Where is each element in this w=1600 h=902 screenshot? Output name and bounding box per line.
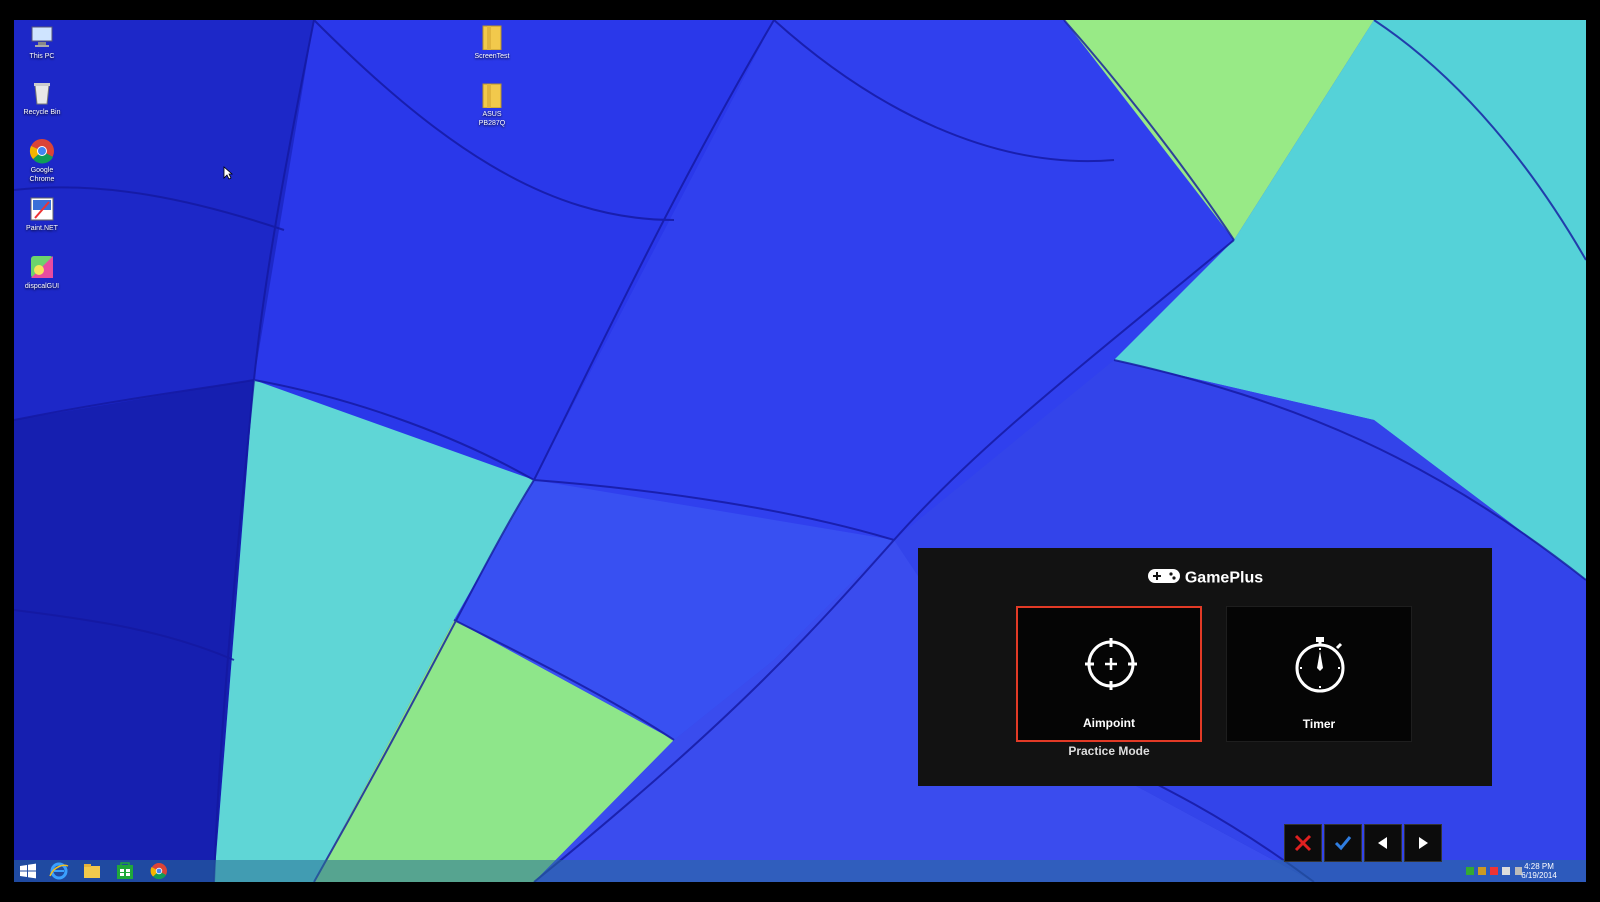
gameplus-menu: GamePlus Aimpoint Timer Practice Mode	[918, 548, 1492, 786]
desktop-icon-label: This PC	[29, 53, 55, 60]
desktop-icon-label: Paint.NET	[26, 225, 58, 232]
desktop-icon-label: ASUS	[482, 111, 502, 118]
tray-nvidia-icon[interactable]	[1466, 867, 1474, 875]
tray-display-icon[interactable]	[1502, 867, 1510, 875]
gameplus-header: GamePlus	[918, 568, 1492, 589]
gameplus-footer: Practice Mode	[1068, 744, 1150, 758]
gameplus-title: GamePlus	[1184, 569, 1264, 587]
crosshair-icon	[1085, 638, 1137, 690]
check-icon	[1334, 836, 1352, 851]
desktop-icon-this-pc[interactable]: This PC	[14, 24, 72, 61]
desktop-icon-dispcalgui[interactable]: dispcalGUI	[14, 254, 72, 291]
desktop-icon-screentest[interactable]: ScreenTest	[462, 24, 522, 61]
desktop-icon-recycle-bin[interactable]: Recycle Bin	[14, 80, 72, 117]
osd-left-button[interactable]	[1364, 824, 1402, 862]
timer-option[interactable]: Timer	[1226, 606, 1412, 742]
osd-close-button[interactable]	[1284, 824, 1322, 862]
desktop-icon-label: dispcalGUI	[24, 283, 60, 290]
tray-clock[interactable]: 4:28 PM 6/19/2014	[1514, 862, 1564, 880]
tray-network-icon[interactable]	[1478, 867, 1486, 875]
folder-icon	[479, 24, 505, 51]
dispcalgui-icon	[29, 254, 55, 280]
clock-date: 6/19/2014	[1521, 871, 1557, 880]
aimpoint-label: Aimpoint	[1083, 716, 1135, 730]
taskbar-chrome[interactable]	[148, 862, 170, 880]
close-icon	[1294, 834, 1312, 852]
mouse-cursor-icon	[223, 166, 233, 180]
desktop-icon-google-chrome[interactable]: Google Chrome	[14, 138, 72, 184]
chrome-icon	[29, 138, 55, 164]
recycle-bin-icon	[29, 80, 55, 106]
desktop-icon-label: Recycle Bin	[23, 109, 61, 116]
computer-icon	[29, 24, 55, 50]
right-arrow-icon	[1419, 837, 1428, 849]
osd-confirm-button[interactable]	[1324, 824, 1362, 862]
desktop-icon-label-line2: PB287Q	[478, 120, 506, 127]
taskbar-store[interactable]	[114, 862, 136, 880]
desktop-screen: This PC Recycle Bin Google Chrome Paint.…	[14, 20, 1586, 882]
desktop-icon-asus-pb287q[interactable]: ASUS PB287Q	[462, 82, 522, 128]
tray-flag-icon[interactable]	[1490, 867, 1498, 875]
start-button[interactable]	[17, 862, 39, 880]
osd-right-button[interactable]	[1404, 824, 1442, 862]
gamepad-icon	[1147, 568, 1181, 589]
taskbar-file-explorer[interactable]	[81, 862, 103, 880]
taskbar-internet-explorer[interactable]	[48, 862, 70, 880]
osd-navigation-bar	[1284, 824, 1444, 862]
taskbar: 4:28 PM 6/19/2014	[14, 860, 1586, 882]
clock-time: 4:28 PM	[1524, 862, 1554, 871]
timer-label: Timer	[1302, 717, 1336, 731]
folder-icon	[479, 82, 505, 109]
desktop-icon-label: Google	[30, 167, 54, 174]
start-icon	[20, 863, 36, 879]
store-icon	[117, 862, 133, 879]
stopwatch-icon	[1295, 637, 1345, 693]
desktop-icon-paint-net[interactable]: Paint.NET	[14, 196, 72, 233]
desktop-icon-label-line2: Chrome	[29, 176, 55, 183]
paint-net-icon	[29, 196, 55, 222]
chrome-icon	[150, 863, 167, 880]
aimpoint-option[interactable]: Aimpoint	[1016, 606, 1202, 742]
desktop-icon-label: ScreenTest	[474, 53, 510, 60]
left-arrow-icon	[1378, 837, 1387, 849]
internet-explorer-icon	[49, 862, 69, 880]
file-explorer-icon	[84, 864, 100, 878]
